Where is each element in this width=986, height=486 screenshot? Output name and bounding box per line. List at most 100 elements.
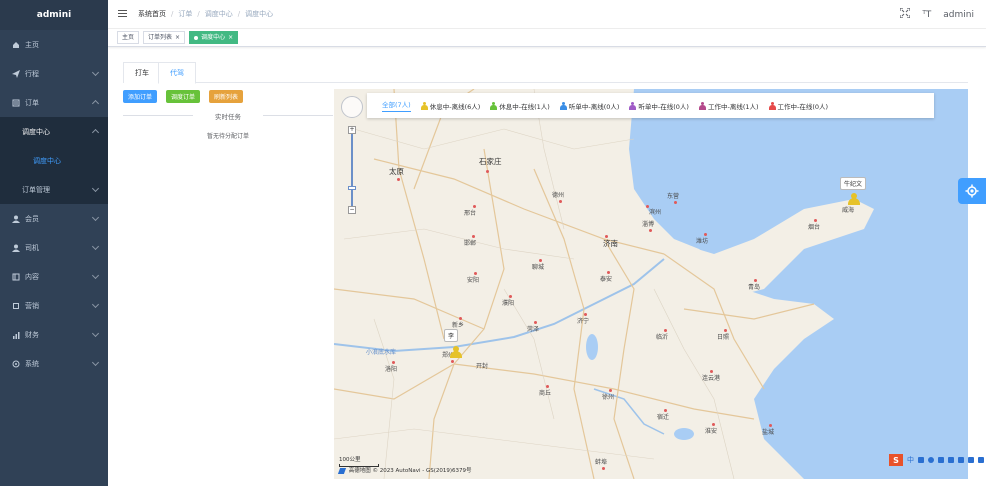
driver-marker-label: 牛纪文 bbox=[840, 177, 867, 190]
city-label: 泰安 bbox=[600, 276, 613, 283]
driver-marker-icon[interactable] bbox=[450, 346, 462, 358]
order-icon bbox=[11, 98, 20, 107]
zoom-in-button[interactable]: + bbox=[348, 126, 356, 134]
tag-label: 调度中心 bbox=[201, 34, 226, 41]
copyright-text: 高德地图 © 2023 AutoNavi - GS(2019)6379号 bbox=[348, 468, 472, 474]
chevron-up-icon bbox=[91, 128, 100, 137]
scale-label: 100公里 bbox=[339, 457, 361, 463]
sidebar-item-trip[interactable]: 行程 bbox=[0, 59, 108, 88]
sidebar-item-label: 行程 bbox=[25, 69, 39, 78]
sidebar-item-marketing[interactable]: 营销 bbox=[0, 291, 108, 320]
legend-all[interactable]: 全部(7人) bbox=[382, 99, 411, 112]
city-label: 邯郸 bbox=[464, 240, 477, 247]
skin-icon[interactable] bbox=[958, 457, 964, 463]
header-right: ᵀT admini bbox=[899, 0, 974, 29]
chevron-down-icon bbox=[91, 242, 100, 251]
gear-icon bbox=[965, 184, 979, 198]
app-logo: admini bbox=[0, 0, 108, 30]
close-icon[interactable]: × bbox=[228, 32, 233, 43]
legend-rest-offline[interactable]: 休息中-离线(6人) bbox=[420, 101, 480, 111]
finance-icon bbox=[11, 330, 20, 339]
sidebar-item-label: 司机 bbox=[25, 243, 39, 252]
tag-order-list[interactable]: 订单列表 × bbox=[143, 31, 186, 44]
sidebar-item-content[interactable]: 内容 bbox=[0, 262, 108, 291]
sidebar-item-member[interactable]: 会员 bbox=[0, 204, 108, 233]
refresh-list-button[interactable]: 刷新列表 bbox=[209, 90, 244, 103]
ime-lang[interactable]: 中 bbox=[907, 455, 914, 465]
legend-work-offline[interactable]: 工作中-离线(1人) bbox=[698, 101, 759, 111]
sidebar-item-dispatch-center[interactable]: 调度中心 bbox=[0, 146, 108, 175]
map-view[interactable]: 石家庄 太原 济南 威海 郑州 开封 邢台 邯郸 德州 滨州 潍坊 青岛 临沂 … bbox=[334, 89, 968, 479]
legend-label: 休息中-在线(1人) bbox=[499, 102, 550, 111]
dispatch-order-button[interactable]: 调度订单 bbox=[166, 90, 201, 103]
city-label: 淄博 bbox=[642, 221, 655, 228]
ime-logo-icon[interactable]: S bbox=[889, 454, 903, 466]
sidebar-item-finance[interactable]: 财务 bbox=[0, 320, 108, 349]
breadcrumb-item[interactable]: 系统首页 bbox=[138, 9, 166, 19]
sidebar-item-label: 内容 bbox=[25, 272, 39, 281]
chevron-down-icon bbox=[91, 329, 100, 338]
legend-rest-online[interactable]: 休息中-在线(1人) bbox=[490, 101, 550, 111]
hamburger-icon[interactable] bbox=[118, 10, 128, 18]
breadcrumb-separator: / bbox=[171, 10, 174, 18]
top-navbar: 系统首页 / 订单 / 调度中心 / 调度中心 ᵀT admini bbox=[108, 0, 986, 29]
chevron-down-icon bbox=[91, 68, 100, 77]
city-label: 威海 bbox=[842, 207, 855, 214]
sidebar-item-order-manage[interactable]: 订单管理 bbox=[0, 175, 108, 204]
sidebar-item-dispatch-group[interactable]: 调度中心 bbox=[0, 117, 108, 146]
person-icon bbox=[420, 101, 428, 110]
font-size-icon[interactable]: ᵀT bbox=[922, 10, 931, 20]
city-label: 东营 bbox=[667, 193, 680, 200]
sidebar-item-order[interactable]: 订单 bbox=[0, 88, 108, 117]
shirt-icon[interactable] bbox=[968, 457, 974, 463]
zoom-slider-handle[interactable] bbox=[348, 186, 356, 190]
city-label: 商丘 bbox=[539, 390, 552, 397]
close-icon[interactable]: × bbox=[175, 32, 180, 43]
tag-home[interactable]: 主页 bbox=[117, 31, 140, 44]
user-menu[interactable]: admini bbox=[943, 10, 974, 20]
city-label: 石家庄 bbox=[479, 157, 502, 166]
tag-dispatch-center[interactable]: 调度中心 × bbox=[189, 31, 239, 44]
action-buttons: 添加订单 调度订单 刷新列表 bbox=[123, 90, 244, 103]
user-icon bbox=[11, 214, 20, 223]
mic-icon[interactable] bbox=[938, 457, 944, 463]
city-label: 德州 bbox=[552, 192, 565, 199]
legend-listen-offline[interactable]: 听单中-离线(0人) bbox=[559, 101, 620, 111]
city-label: 邢台 bbox=[464, 210, 477, 217]
map-pan-control[interactable] bbox=[341, 96, 363, 118]
add-order-button[interactable]: 添加订单 bbox=[123, 90, 158, 103]
breadcrumb-item: 调度中心 bbox=[245, 10, 274, 18]
tab-designated-driver[interactable]: 代驾 bbox=[158, 62, 196, 84]
breadcrumb-item: 调度中心 bbox=[204, 10, 233, 18]
breadcrumb-separator: / bbox=[237, 10, 241, 18]
service-tabs: 打车 代驾 bbox=[123, 62, 968, 84]
zoom-out-button[interactable]: − bbox=[348, 206, 356, 214]
legend-listen-online[interactable]: 听单中-在线(0人) bbox=[629, 101, 689, 111]
breadcrumb-separator: / bbox=[197, 10, 200, 18]
sidebar-item-home[interactable]: 主页 bbox=[0, 30, 108, 59]
grid-icon[interactable] bbox=[978, 457, 984, 463]
fullscreen-icon[interactable] bbox=[899, 7, 911, 21]
city-label: 新乡 bbox=[452, 322, 465, 329]
punctuation-icon[interactable] bbox=[918, 457, 924, 463]
sidebar-item-system[interactable]: 系统 bbox=[0, 349, 108, 378]
sidebar-item-driver[interactable]: 司机 bbox=[0, 233, 108, 262]
emoji-icon[interactable] bbox=[928, 457, 934, 463]
city-label: 濮阳 bbox=[502, 300, 515, 307]
main-content: 打车 代驾 添加订单 调度订单 刷新列表 实时任务 暂无待分配订单 石家庄 太原… bbox=[108, 47, 986, 486]
driver-marker-label: 李 bbox=[444, 329, 459, 342]
driver-marker-icon[interactable] bbox=[848, 193, 860, 205]
city-label: 淮安 bbox=[705, 428, 718, 435]
keyboard-icon[interactable] bbox=[948, 457, 954, 463]
map-zoom-control[interactable]: + − bbox=[348, 126, 356, 214]
city-label: 烟台 bbox=[808, 224, 821, 231]
legend-work-online[interactable]: 工作中-在线(0人) bbox=[768, 101, 828, 111]
tab-taxi[interactable]: 打车 bbox=[123, 62, 161, 83]
sidebar-item-label: 财务 bbox=[25, 330, 39, 339]
settings-button[interactable] bbox=[958, 178, 986, 204]
zoom-track bbox=[351, 134, 353, 206]
city-label: 洛阳 bbox=[385, 366, 398, 373]
person-icon bbox=[629, 101, 637, 110]
legend-label: 听单中-离线(0人) bbox=[568, 102, 620, 111]
city-label: 滨州 bbox=[649, 209, 662, 216]
